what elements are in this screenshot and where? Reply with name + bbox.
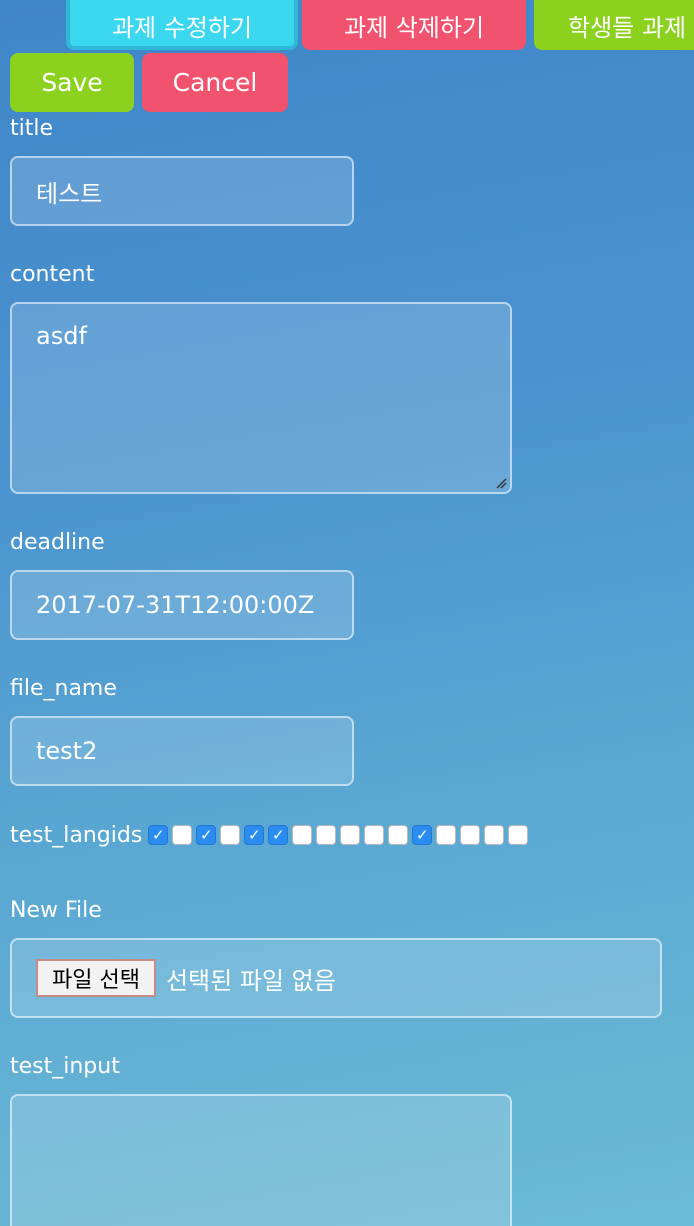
lang-checkbox-14[interactable] [484, 825, 505, 845]
file-name-input[interactable]: test2 [10, 716, 354, 786]
lang-checkbox-6[interactable] [292, 825, 313, 845]
lang-checkbox-7[interactable] [316, 825, 337, 845]
lang-checkbox-12[interactable] [436, 825, 457, 845]
content-textarea[interactable]: asdf [10, 302, 512, 494]
file-name-value: test2 [36, 737, 98, 765]
title-label: title [10, 116, 54, 141]
test-input-label: test_input [10, 1054, 120, 1079]
lang-checkbox-10[interactable] [388, 825, 409, 845]
test-input-textarea[interactable] [10, 1094, 512, 1226]
resize-grip-icon[interactable] [495, 477, 507, 489]
content-label: content [10, 262, 95, 287]
title-value: 테스트 [36, 179, 103, 208]
lang-checkbox-5[interactable]: ✓ [268, 825, 289, 845]
test-langids-label: test_langids [10, 822, 143, 848]
lang-checkbox-11[interactable]: ✓ [412, 825, 433, 845]
lang-checkbox-1[interactable] [172, 825, 193, 845]
delete-assignment-button[interactable]: 과제 삭제하기 [302, 0, 526, 50]
lang-checkbox-13[interactable] [460, 825, 481, 845]
title-input[interactable]: 테스트 [10, 156, 354, 226]
cancel-button[interactable]: Cancel [142, 53, 288, 112]
file-name-label: file_name [10, 676, 117, 701]
edit-assignment-button[interactable]: 과제 수정하기 [66, 0, 298, 50]
lang-checkbox-3[interactable] [220, 825, 241, 845]
choose-file-button[interactable]: 파일 선택 [36, 959, 156, 997]
deadline-input[interactable]: 2017-07-31T12:00:00Z [10, 570, 354, 640]
file-status-text: 선택된 파일 없음 [165, 966, 336, 995]
test-langids-row: test_langids ✓ ✓ ✓ ✓ ✓ [10, 820, 532, 850]
assignment-edit-page: 과제 수정하기 과제 삭제하기 학생들 과제 Save Cancel title… [0, 0, 694, 1226]
lang-checkbox-2[interactable]: ✓ [196, 825, 217, 845]
new-file-label: New File [10, 898, 102, 923]
save-button[interactable]: Save [10, 53, 134, 112]
new-file-field: 파일 선택 선택된 파일 없음 [10, 938, 662, 1018]
test-langids-checkboxes: ✓ ✓ ✓ ✓ ✓ [148, 825, 532, 845]
student-assignments-button[interactable]: 학생들 과제 [534, 0, 694, 50]
lang-checkbox-9[interactable] [364, 825, 385, 845]
lang-checkbox-0[interactable]: ✓ [148, 825, 169, 845]
lang-checkbox-15[interactable] [508, 825, 529, 845]
deadline-value: 2017-07-31T12:00:00Z [36, 591, 315, 619]
top-nav: 과제 수정하기 과제 삭제하기 학생들 과제 [0, 0, 694, 52]
lang-checkbox-4[interactable]: ✓ [244, 825, 265, 845]
lang-checkbox-8[interactable] [340, 825, 361, 845]
deadline-label: deadline [10, 530, 105, 555]
content-value: asdf [36, 322, 87, 350]
